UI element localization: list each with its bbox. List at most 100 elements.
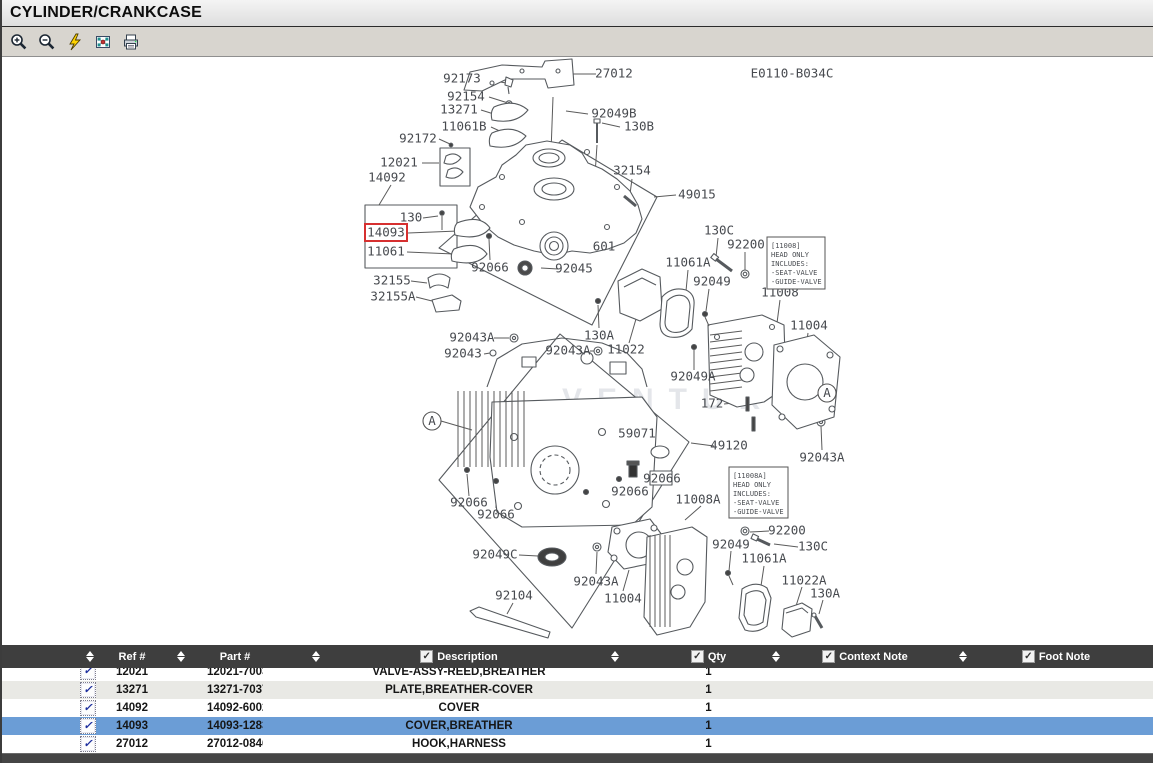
part-label[interactable]: 11004 [604,591,642,606]
cell-part: 13271-7037 [207,684,263,696]
table-row[interactable]: ✓2701227012-0846HOOK,HARNESS1 [2,735,1153,753]
header-context-note[interactable]: ✓ Context Note [814,650,916,663]
zoom-in-button[interactable] [8,31,30,53]
header-description[interactable]: ✓ Description [369,650,549,663]
part-label[interactable]: 32155A [370,289,416,304]
part-label[interactable]: 13271 [440,102,478,117]
exploded-diagram-canvas[interactable]: VENTURE [2,57,1153,645]
header-select-column[interactable] [2,651,110,662]
part-label[interactable]: 92200 [768,523,806,538]
cell-description: VALVE-ASSY-REED,BREATHER [369,668,549,678]
header-sort-ref[interactable] [154,651,207,662]
print-button[interactable] [120,31,142,53]
row-select-icon[interactable]: ✓ [80,718,96,734]
title-bar: CYLINDER/CRANKCASE [2,0,1153,27]
part-label[interactable]: 130A [810,586,841,601]
part-label[interactable]: 92043 [444,346,482,361]
part-label[interactable]: 11004 [790,318,828,333]
cell-qty: 1 [680,738,737,750]
part-label[interactable]: 14093 [367,225,405,240]
part-label[interactable]: 92049C [472,547,517,562]
part-label[interactable]: 27012 [595,66,633,81]
cell-part: 14092-6002 [207,702,263,714]
qty-column-checkbox[interactable]: ✓ [691,650,704,663]
part-label[interactable]: 92066 [471,260,509,275]
note-text-line: HEAD ONLY [771,251,810,259]
cell-ref: 14092 [110,702,154,714]
part-label[interactable]: 130B [624,119,654,134]
part-label[interactable]: 92043A [545,343,591,358]
description-column-checkbox[interactable]: ✓ [420,650,433,663]
note-text-line: [11008] [771,242,801,250]
part-label[interactable]: 130C [704,223,734,238]
zoom-out-button[interactable] [36,31,58,53]
table-row[interactable]: ✓1409214092-6002COVER1 [2,699,1153,717]
part-label[interactable]: E0110-B034C [751,66,834,81]
part-label[interactable]: 59071 [618,426,656,441]
part-label[interactable]: 92104 [495,588,533,603]
header-sort-description[interactable] [549,651,680,662]
part-label[interactable]: 130C [798,539,828,554]
lightning-icon [66,33,84,51]
part-label[interactable]: 172 [701,396,724,411]
parts-table-header: Ref # Part # ✓ Description ✓ Qty ✓ Conte… [2,645,1153,668]
part-label[interactable]: 11061B [441,119,486,134]
cell-qty: 1 [680,720,737,732]
part-label[interactable]: 130 [400,210,423,225]
part-label[interactable]: 92200 [727,237,765,252]
note-text-line: HEAD ONLY [733,481,772,489]
part-label[interactable]: 11061A [741,551,787,566]
parts-table-body: ✓1202112021-7003VALVE-ASSY-REED,BREATHER… [2,668,1153,753]
part-label[interactable]: 130A [584,328,615,343]
header-part[interactable]: Part # [207,651,263,663]
flash-button[interactable] [64,31,86,53]
part-label[interactable]: 92066 [611,484,649,499]
part-label[interactable]: 92043A [799,450,845,465]
cell-qty: 1 [680,684,737,696]
part-label[interactable]: 92049 [712,537,750,552]
toolbar [2,27,1153,57]
part-label[interactable]: 92043A [573,574,619,589]
part-label[interactable]: 12021 [380,155,418,170]
part-label[interactable]: 92066 [477,507,515,522]
part-label[interactable]: 92045 [555,261,593,276]
header-qty[interactable]: ✓ Qty [680,650,737,663]
view-marker-label: A [823,385,831,400]
table-row[interactable]: ✓1327113271-7037PLATE,BREATHER-COVER1 [2,681,1153,699]
header-sort-qty[interactable] [737,651,814,662]
row-select-icon[interactable]: ✓ [80,700,96,716]
part-label[interactable]: 49015 [678,187,716,202]
part-label[interactable]: 601 [593,239,616,254]
table-row[interactable]: ✓1409314093-1283COVER,BREATHER1 [2,717,1153,735]
header-ref[interactable]: Ref # [110,651,154,663]
header-sort-part[interactable] [263,651,369,662]
part-label[interactable]: 49120 [710,438,748,453]
part-label[interactable]: 92172 [399,131,437,146]
sort-icon[interactable] [86,651,94,662]
header-foot-note[interactable]: ✓ Foot Note [1010,650,1102,663]
foot-note-column-checkbox[interactable]: ✓ [1022,650,1035,663]
row-select-icon[interactable]: ✓ [80,668,96,680]
part-label[interactable]: 92043A [449,330,495,345]
row-select-icon[interactable]: ✓ [80,736,96,752]
part-label[interactable]: 14092 [368,170,406,185]
context-note-column-checkbox[interactable]: ✓ [822,650,835,663]
part-label[interactable]: 92049 [693,274,731,289]
cell-description: COVER [369,702,549,714]
part-label[interactable]: 11061 [367,244,405,259]
part-label[interactable]: 11008A [675,492,721,507]
part-label[interactable]: 92049A [670,369,716,384]
part-label[interactable]: 11022 [607,342,645,357]
zoom-in-icon [10,33,28,51]
part-label[interactable]: 32154 [613,163,651,178]
note-text-line: -GUIDE-VALVE [771,278,822,286]
part-label[interactable]: 92173 [443,71,481,86]
row-select-icon[interactable]: ✓ [80,682,96,698]
table-row[interactable]: ✓1202112021-7003VALVE-ASSY-REED,BREATHER… [2,668,1153,681]
cell-description: PLATE,BREATHER-COVER [369,684,549,696]
header-sort-context[interactable] [916,651,1010,662]
hotspot-image-button[interactable] [92,31,114,53]
cell-description: COVER,BREATHER [369,720,549,732]
part-label[interactable]: 11061A [665,255,711,270]
part-label[interactable]: 32155 [373,273,411,288]
